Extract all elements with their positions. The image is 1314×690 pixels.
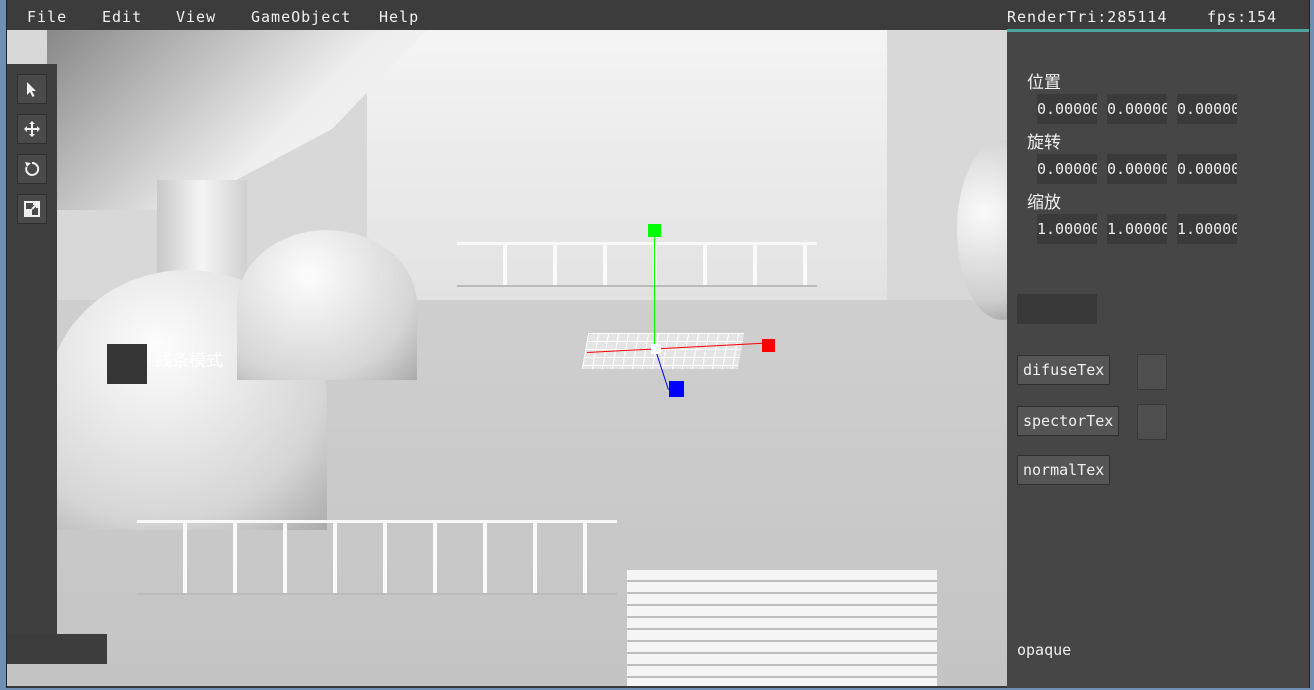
menu-gameobject[interactable]: GameObject (251, 8, 351, 26)
scene-railing-back (457, 242, 817, 287)
rotation-z-field[interactable]: 0.000000 (1177, 154, 1237, 184)
wireframe-label: 线条模式 (155, 351, 223, 371)
name-field[interactable] (1017, 294, 1097, 324)
menu-edit[interactable]: Edit (102, 8, 142, 26)
scale-label: 缩放 (1027, 193, 1061, 213)
rotation-label: 旋转 (1027, 133, 1061, 153)
specular-tex-button[interactable]: spectorTex (1017, 406, 1120, 436)
scene-viewport[interactable]: 线条模式 (7, 30, 1007, 686)
menu-view[interactable]: View (176, 8, 216, 26)
position-x-value: 0.000000 (1037, 100, 1097, 118)
menu-bar: File Edit View GameObject Help RenderTri… (7, 0, 1309, 30)
rotate-icon (25, 161, 40, 176)
gizmo-y-handle[interactable] (648, 224, 661, 237)
fps-stat: fps:154 (1207, 8, 1278, 26)
scene-stairs (627, 570, 937, 686)
gizmo-x-handle[interactable] (762, 339, 775, 352)
editor-window: File Edit View GameObject Help RenderTri… (6, 0, 1310, 688)
menu-help[interactable]: Help (379, 8, 419, 26)
select-tool-button[interactable] (17, 74, 47, 104)
specular-tex-slot[interactable] (1137, 404, 1167, 440)
position-y-value: 0.000000 (1107, 100, 1167, 118)
position-label: 位置 (1027, 73, 1061, 93)
scale-y-field[interactable]: 1.000000 (1107, 214, 1167, 244)
normal-tex-button[interactable]: normalTex (1017, 455, 1111, 485)
rotate-tool-button[interactable] (17, 154, 47, 184)
rotation-x-value: 0.000000 (1037, 160, 1097, 178)
scene-dome-mid (237, 230, 417, 380)
scale-icon (24, 201, 40, 217)
rotation-y-field[interactable]: 0.000000 (1107, 154, 1167, 184)
gizmo-center[interactable] (651, 344, 661, 354)
rotation-y-value: 0.000000 (1107, 160, 1167, 178)
move-tool-button[interactable] (17, 114, 47, 144)
scale-z-field[interactable]: 1.000000 (1177, 214, 1237, 244)
position-y-field[interactable]: 0.000000 (1107, 94, 1167, 124)
diffuse-tex-slot[interactable] (1137, 354, 1167, 390)
scale-x-value: 1.000000 (1037, 220, 1097, 238)
tool-palette (7, 64, 57, 634)
render-tri-stat: RenderTri:285114 (1007, 8, 1168, 26)
diffuse-tex-button[interactable]: difuseTex (1017, 355, 1111, 385)
position-z-field[interactable]: 0.000000 (1177, 94, 1237, 124)
render-mode-label: opaque (1017, 641, 1072, 659)
position-z-value: 0.000000 (1177, 100, 1237, 118)
scene-sphere-right (957, 140, 1007, 320)
scale-tool-button[interactable] (17, 194, 47, 224)
scale-y-value: 1.000000 (1107, 220, 1167, 238)
rotation-x-field[interactable]: 0.000000 (1037, 154, 1097, 184)
gizmo-z-handle[interactable] (669, 381, 684, 397)
viewport-bottom-panel (7, 634, 107, 664)
menu-file[interactable]: File (27, 8, 67, 26)
scale-z-value: 1.000000 (1177, 220, 1237, 238)
select-icon (27, 82, 36, 97)
inspector-panel: 位置 0.000000 0.000000 0.000000 旋转 0.00000… (1007, 32, 1309, 688)
wireframe-toggle[interactable] (107, 344, 147, 384)
gizmo-y-axis[interactable] (654, 235, 655, 350)
position-x-field[interactable]: 0.000000 (1037, 94, 1097, 124)
move-icon (24, 121, 40, 137)
scene-railing-front (137, 520, 617, 595)
rotation-z-value: 0.000000 (1177, 160, 1237, 178)
scale-x-field[interactable]: 1.000000 (1037, 214, 1097, 244)
